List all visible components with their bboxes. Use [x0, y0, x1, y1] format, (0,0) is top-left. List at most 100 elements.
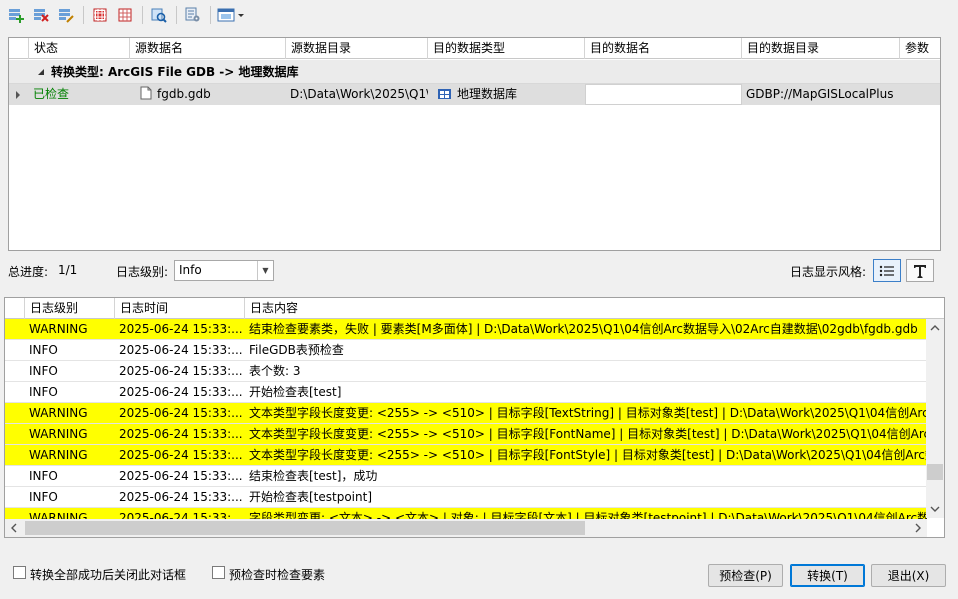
log-content-cell: 文本类型字段长度变更: <255> -> <510> | 目标字段[FontNa…: [249, 427, 927, 441]
log-level-cell: INFO: [29, 343, 58, 357]
log-time-cell: 2025-06-24 15:33:...: [119, 490, 243, 504]
vertical-scrollbar[interactable]: [926, 319, 944, 518]
column-header-params[interactable]: 参数: [900, 38, 940, 59]
log-row[interactable]: INFO 2025-06-24 15:33:... FileGDB表预检查: [5, 340, 927, 361]
scroll-thumb[interactable]: [25, 521, 585, 535]
log-content-cell: 开始检查表[test]: [249, 385, 342, 399]
log-row[interactable]: INFO 2025-06-24 15:33:... 结束检查表[test]，成功: [5, 466, 927, 487]
log-row[interactable]: INFO 2025-06-24 15:33:... 表个数: 3: [5, 361, 927, 382]
log-grid: 日志级别 日志时间 日志内容 WARNING 2025-06-24 15:33:…: [4, 297, 945, 538]
log-level-cell: WARNING: [29, 406, 88, 420]
group-label: 转换类型: ArcGIS File GDB -> 地理数据库: [51, 65, 299, 79]
log-content-cell: 开始检查表[testpoint]: [249, 490, 373, 504]
log-time-cell: 2025-06-24 15:33:...: [119, 385, 243, 399]
log-content-cell: 文本类型字段长度变更: <255> -> <510> | 目标字段[FontSt…: [249, 448, 927, 462]
source-name-text: fgdb.gdb: [157, 87, 211, 101]
column-header-status[interactable]: 状态: [29, 38, 130, 59]
dest-type-text: 地理数据库: [457, 87, 518, 101]
toolbar-separator: [83, 6, 84, 24]
toolbar-separator: [176, 6, 177, 24]
log-level-cell: INFO: [29, 364, 58, 378]
log-time-cell: 2025-06-24 15:33:...: [119, 469, 243, 483]
scroll-up-icon[interactable]: [930, 325, 940, 331]
source-dir-cell: D:\Data\Work\2025\Q1\0: [290, 87, 428, 101]
delete-icon[interactable]: [29, 4, 53, 26]
conversion-task-grid: 状态 源数据名 源数据目录 目的数据类型 目的数据名 目的数据目录 参数 转换类…: [8, 37, 941, 251]
log-style-label: 日志显示风格:: [790, 265, 867, 279]
log-level-value: Info: [179, 263, 202, 277]
check-icon[interactable]: [147, 4, 171, 26]
log-row[interactable]: WARNING 2025-06-24 15:33:... 文本类型字段长度变更:…: [5, 403, 927, 424]
view-icon[interactable]: [215, 4, 247, 26]
column-header-log-content[interactable]: 日志内容: [245, 298, 944, 319]
log-time-cell: 2025-06-24 15:33:...: [119, 448, 243, 462]
table-row[interactable]: 已检查 fgdb.gdb D:\Data\Work\2025\Q1\0 地理数据…: [9, 84, 940, 105]
log-content-cell: 表个数: 3: [249, 364, 301, 378]
convert-button[interactable]: 转换(T): [790, 564, 865, 587]
log-time-cell: 2025-06-24 15:33:...: [119, 322, 243, 336]
dialog-footer: 转换全部成功后关闭此对话框 预检查时检查要素 预检查(P) 转换(T) 退出(X…: [0, 560, 958, 590]
chevron-down-icon[interactable]: ▼: [257, 261, 273, 280]
log-grid-header: 日志级别 日志时间 日志内容: [5, 298, 944, 319]
add-icon[interactable]: [4, 4, 28, 26]
source-name-cell: fgdb.gdb: [130, 84, 286, 105]
collapse-icon[interactable]: [37, 68, 45, 76]
close-after-success-label[interactable]: 转换全部成功后关闭此对话框: [30, 566, 186, 583]
toolbar: [0, 0, 958, 30]
column-header-dest-dir[interactable]: 目的数据目录: [742, 38, 900, 59]
precheck-features-label[interactable]: 预检查时检查要素: [229, 566, 325, 583]
dest-type-cell: 地理数据库: [428, 84, 585, 105]
deselect-all-icon[interactable]: [113, 4, 137, 26]
scroll-left-icon[interactable]: [11, 523, 17, 533]
toolbar-separator: [142, 6, 143, 24]
log-content-cell: 结束检查表[test]，成功: [249, 469, 378, 483]
row-indicator-header: [5, 298, 25, 319]
log-level-cell: WARNING: [29, 427, 88, 441]
column-header-dest-type[interactable]: 目的数据类型: [428, 38, 585, 59]
progress-bar-area: 总进度: 1/1 日志级别: Info ▼ 日志显示风格:: [0, 259, 958, 283]
select-all-icon[interactable]: [88, 4, 112, 26]
task-grid-header: 状态 源数据名 源数据目录 目的数据类型 目的数据名 目的数据目录 参数: [9, 38, 940, 59]
log-time-cell: 2025-06-24 15:33:...: [119, 343, 243, 357]
log-row[interactable]: WARNING 2025-06-24 15:33:... 文本类型字段长度变更:…: [5, 424, 927, 445]
file-icon: [140, 86, 152, 100]
close-after-success-checkbox[interactable]: [13, 566, 26, 579]
log-row[interactable]: WARNING 2025-06-24 15:33:... 文本类型字段长度变更:…: [5, 445, 927, 466]
toolbar-separator: [210, 6, 211, 24]
log-time-cell: 2025-06-24 15:33:...: [119, 364, 243, 378]
column-header-source-dir[interactable]: 源数据目录: [286, 38, 428, 59]
log-level-select[interactable]: Info ▼: [174, 260, 274, 281]
log-row[interactable]: INFO 2025-06-24 15:33:... 开始检查表[test]: [5, 382, 927, 403]
log-content-cell: FileGDB表预检查: [249, 343, 344, 357]
log-level-cell: INFO: [29, 490, 58, 504]
log-level-cell: INFO: [29, 385, 58, 399]
scroll-down-icon[interactable]: [930, 506, 940, 512]
log-row[interactable]: WARNING 2025-06-24 15:33:... 结束检查要素类，失败 …: [5, 319, 927, 340]
column-header-dest-name[interactable]: 目的数据名: [585, 38, 742, 59]
edit-icon[interactable]: [54, 4, 78, 26]
dest-dir-cell: GDBP://MapGISLocalPlus: [746, 87, 894, 101]
dest-name-input[interactable]: [585, 84, 742, 105]
log-level-cell: WARNING: [29, 322, 88, 336]
column-header-log-level[interactable]: 日志级别: [25, 298, 115, 319]
log-content-cell: 结束检查要素类，失败 | 要素类[M多面体] | D:\Data\Work\20…: [249, 322, 918, 336]
column-header-source-name[interactable]: 源数据名: [130, 38, 286, 59]
settings-icon[interactable]: [181, 4, 205, 26]
precheck-features-checkbox[interactable]: [212, 566, 225, 579]
scroll-thumb[interactable]: [927, 464, 943, 480]
precheck-button[interactable]: 预检查(P): [708, 564, 783, 587]
log-time-cell: 2025-06-24 15:33:...: [119, 406, 243, 420]
list-view-icon[interactable]: [873, 259, 901, 282]
scroll-right-icon[interactable]: [915, 523, 921, 533]
progress-label: 总进度:: [8, 265, 49, 279]
status-cell: 已检查: [33, 87, 70, 101]
horizontal-scrollbar[interactable]: [5, 519, 927, 537]
log-row[interactable]: INFO 2025-06-24 15:33:... 开始检查表[testpoin…: [5, 487, 927, 508]
group-row[interactable]: 转换类型: ArcGIS File GDB -> 地理数据库: [9, 60, 940, 84]
log-level-label: 日志级别:: [116, 265, 169, 279]
exit-button[interactable]: 退出(X): [871, 564, 946, 587]
column-header-log-time[interactable]: 日志时间: [115, 298, 245, 319]
row-pointer-icon: [16, 91, 20, 99]
log-level-cell: INFO: [29, 469, 58, 483]
text-view-icon[interactable]: [906, 259, 934, 282]
